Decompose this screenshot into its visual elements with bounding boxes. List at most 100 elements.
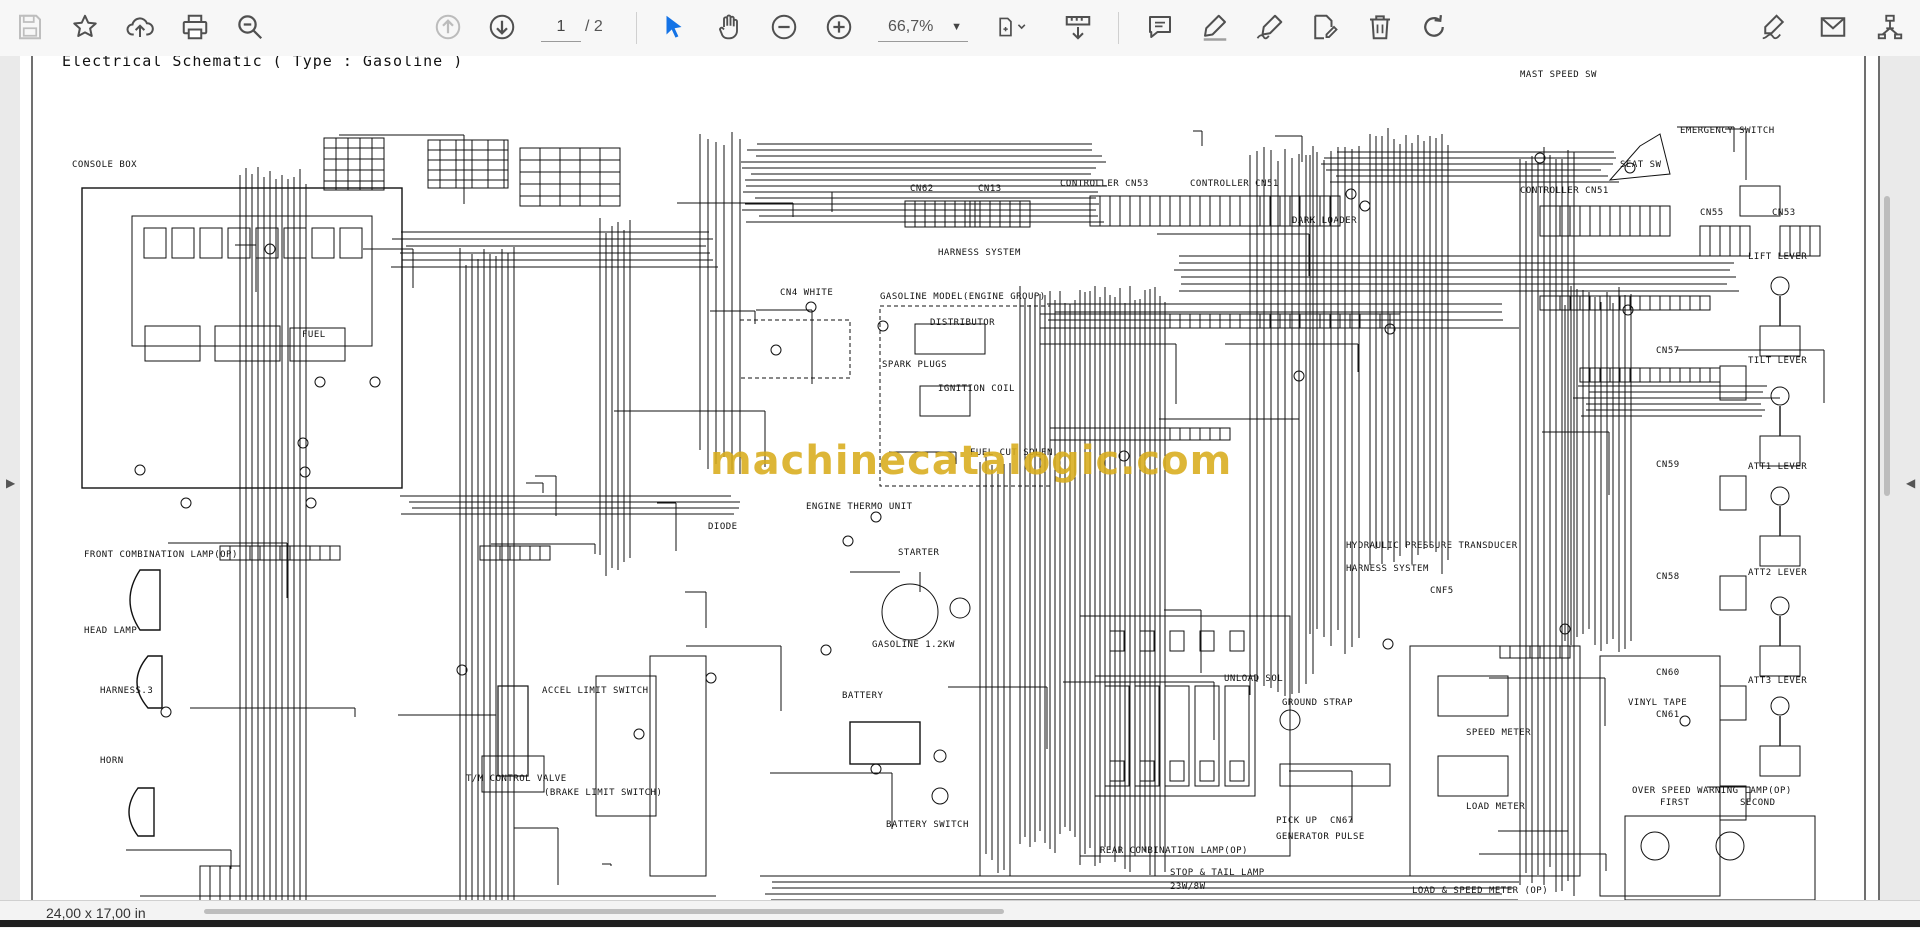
toolbar: 1 / 2 66,7% ▼ bbox=[0, 0, 1920, 57]
label-second: SECOND bbox=[1740, 798, 1776, 808]
vertical-scrollbar[interactable] bbox=[1884, 196, 1890, 496]
label-stop-tail: STOP & TAIL LAMP bbox=[1170, 868, 1265, 878]
select-cursor-icon[interactable] bbox=[656, 9, 692, 45]
label-harness3: HARNESS.3 bbox=[100, 686, 154, 696]
label-diode: DIODE bbox=[708, 522, 738, 532]
print-icon[interactable] bbox=[177, 9, 213, 45]
page-total: / 2 bbox=[585, 18, 603, 35]
delete-icon[interactable] bbox=[1362, 9, 1398, 45]
label-att2-lever: ATT2 LEVER bbox=[1748, 568, 1808, 578]
toolbar-divider bbox=[636, 12, 637, 44]
label-first: FIRST bbox=[1660, 798, 1690, 808]
email-icon[interactable] bbox=[1815, 9, 1851, 45]
label-cnf5: CNF5 bbox=[1430, 586, 1454, 596]
label-cn13: CN13 bbox=[978, 184, 1002, 194]
label-ignition-coil: IGNITION COIL bbox=[938, 384, 1015, 394]
label-controller-cn51b: CONTROLLER CN51 bbox=[1520, 186, 1609, 196]
label-att3-lever: ATT3 LEVER bbox=[1748, 676, 1808, 686]
scroll-mode-icon[interactable] bbox=[1060, 9, 1096, 45]
label-cn53: CN53 bbox=[1772, 208, 1796, 218]
label-ground-strap: GROUND STRAP bbox=[1282, 698, 1354, 708]
label-engine-thermo-unit: ENGINE THERMO UNIT bbox=[806, 502, 913, 512]
label-battery: BATTERY bbox=[842, 691, 884, 701]
chevron-down-icon: ▼ bbox=[951, 21, 962, 33]
label-seat-sw: SEAT SW bbox=[1620, 160, 1662, 170]
toolbar-divider bbox=[1118, 12, 1119, 44]
label-head-lamp: HEAD LAMP bbox=[84, 626, 138, 636]
label-rear-combination: REAR COMBINATION LAMP(OP) bbox=[1100, 846, 1248, 856]
label-front-combination: FRONT COMBINATION LAMP(OP) bbox=[84, 550, 238, 560]
label-cn67: CN67 bbox=[1330, 816, 1354, 826]
label-horn: HORN bbox=[100, 756, 124, 766]
highlight-icon[interactable] bbox=[1197, 9, 1233, 45]
horizontal-scrollbar[interactable] bbox=[204, 909, 1004, 914]
upload-icon[interactable] bbox=[122, 9, 158, 45]
label-cn60: CN60 bbox=[1656, 668, 1680, 678]
save-icon[interactable] bbox=[12, 9, 48, 45]
label-load-meter: LOAD METER bbox=[1466, 802, 1526, 812]
page-size-label: 24,00 x 17,00 in bbox=[46, 905, 146, 921]
label-starter: STARTER bbox=[898, 548, 940, 558]
share-icon[interactable] bbox=[1872, 9, 1908, 45]
label-mast-speed-sw: MAST SPEED SW bbox=[1520, 70, 1597, 80]
page-up-icon[interactable] bbox=[430, 9, 466, 45]
zoom-search-icon[interactable] bbox=[232, 9, 268, 45]
draw-icon[interactable] bbox=[1252, 9, 1288, 45]
label-lamp-rating: 23W/8W bbox=[1170, 882, 1206, 892]
taskbar-strip bbox=[0, 920, 1920, 927]
label-cn61: CN61 bbox=[1656, 710, 1680, 720]
sign-icon[interactable] bbox=[1756, 9, 1792, 45]
label-cn62: CN62 bbox=[910, 184, 934, 194]
chevron-left-icon[interactable]: ◀ bbox=[1906, 476, 1915, 490]
label-controller-cn53: CONTROLLER CN53 bbox=[1060, 179, 1149, 189]
label-accel-limit: ACCEL LIMIT SWITCH bbox=[542, 686, 649, 696]
label-unload-sol: UNLOAD SOL bbox=[1224, 674, 1284, 684]
label-pick-up: PICK UP bbox=[1276, 816, 1318, 826]
label-lift-lever: LIFT LEVER bbox=[1748, 252, 1808, 262]
label-brake-limit: (BRAKE LIMIT SWITCH) bbox=[544, 788, 663, 798]
watermark-text: machinecatalogic.com bbox=[710, 438, 1233, 484]
page-title: Electrical Schematic ( Type : Gasoline ) bbox=[62, 56, 464, 70]
page-number-input[interactable]: 1 bbox=[541, 13, 581, 42]
label-gasoline: GASOLINE 1.2KW bbox=[872, 640, 955, 650]
zoom-value: 66,7% bbox=[888, 18, 934, 35]
zoom-in-icon[interactable] bbox=[821, 9, 857, 45]
left-panel-toggle[interactable]: ▶ bbox=[0, 56, 20, 900]
bookmark-star-icon[interactable] bbox=[67, 9, 103, 45]
comment-icon[interactable] bbox=[1142, 9, 1178, 45]
label-gasoline-model: GASOLINE MODEL(ENGINE GROUP) bbox=[880, 292, 1046, 302]
page-fit-icon[interactable] bbox=[990, 9, 1034, 45]
label-vinyl-tape: VINYL TAPE bbox=[1628, 698, 1688, 708]
label-controller-cn51a: CONTROLLER CN51 bbox=[1190, 179, 1279, 189]
zoom-out-icon[interactable] bbox=[766, 9, 802, 45]
label-cn4-white: CN4 WHITE bbox=[780, 288, 834, 298]
label-distributor: DISTRIBUTOR bbox=[930, 318, 996, 328]
label-cn55: CN55 bbox=[1700, 208, 1724, 218]
label-load-speed-meter: LOAD & SPEED METER (OP) bbox=[1412, 886, 1549, 896]
label-battery-switch: BATTERY SWITCH bbox=[886, 820, 969, 830]
label-cn59: CN59 bbox=[1656, 460, 1680, 470]
label-fuel: FUEL bbox=[302, 330, 326, 340]
label-harness-system-2: HARNESS SYSTEM bbox=[1346, 564, 1429, 574]
label-hydraulic-pressure: HYDRAULIC PRESSURE TRANSDUCER bbox=[1346, 541, 1518, 551]
label-speed-meter: SPEED METER bbox=[1466, 728, 1532, 738]
label-tm-control-valve: T/M CONTROL VALVE bbox=[466, 774, 567, 784]
label-tilt-lever: TILT LEVER bbox=[1748, 356, 1808, 366]
pdf-page: Electrical Schematic ( Type : Gasoline )… bbox=[20, 56, 1878, 900]
rotate-icon[interactable] bbox=[1416, 9, 1452, 45]
zoom-dropdown[interactable]: 66,7% ▼ bbox=[878, 13, 968, 42]
label-cn58: CN58 bbox=[1656, 572, 1680, 582]
label-spark-plugs: SPARK PLUGS bbox=[882, 360, 948, 370]
label-generator-pulse: GENERATOR PULSE bbox=[1276, 832, 1365, 842]
hand-icon[interactable] bbox=[711, 9, 747, 45]
label-console-box: CONSOLE BOX bbox=[72, 160, 138, 170]
label-emergency-switch: EMERGENCY SWITCH bbox=[1680, 126, 1775, 136]
label-att1-lever: ATT1 LEVER bbox=[1748, 462, 1808, 472]
label-dark-loader: DARK LOADER bbox=[1292, 216, 1358, 226]
chevron-right-icon[interactable]: ▶ bbox=[6, 476, 15, 490]
stamp-icon[interactable] bbox=[1306, 9, 1342, 45]
label-harness-system: HARNESS SYSTEM bbox=[938, 248, 1021, 258]
label-over-speed: OVER SPEED WARNING LAMP(OP) bbox=[1632, 786, 1792, 796]
page-down-icon[interactable] bbox=[484, 9, 520, 45]
document-viewport[interactable]: ▶ Electrical Schematic ( Type : Gasoline… bbox=[0, 56, 1920, 900]
